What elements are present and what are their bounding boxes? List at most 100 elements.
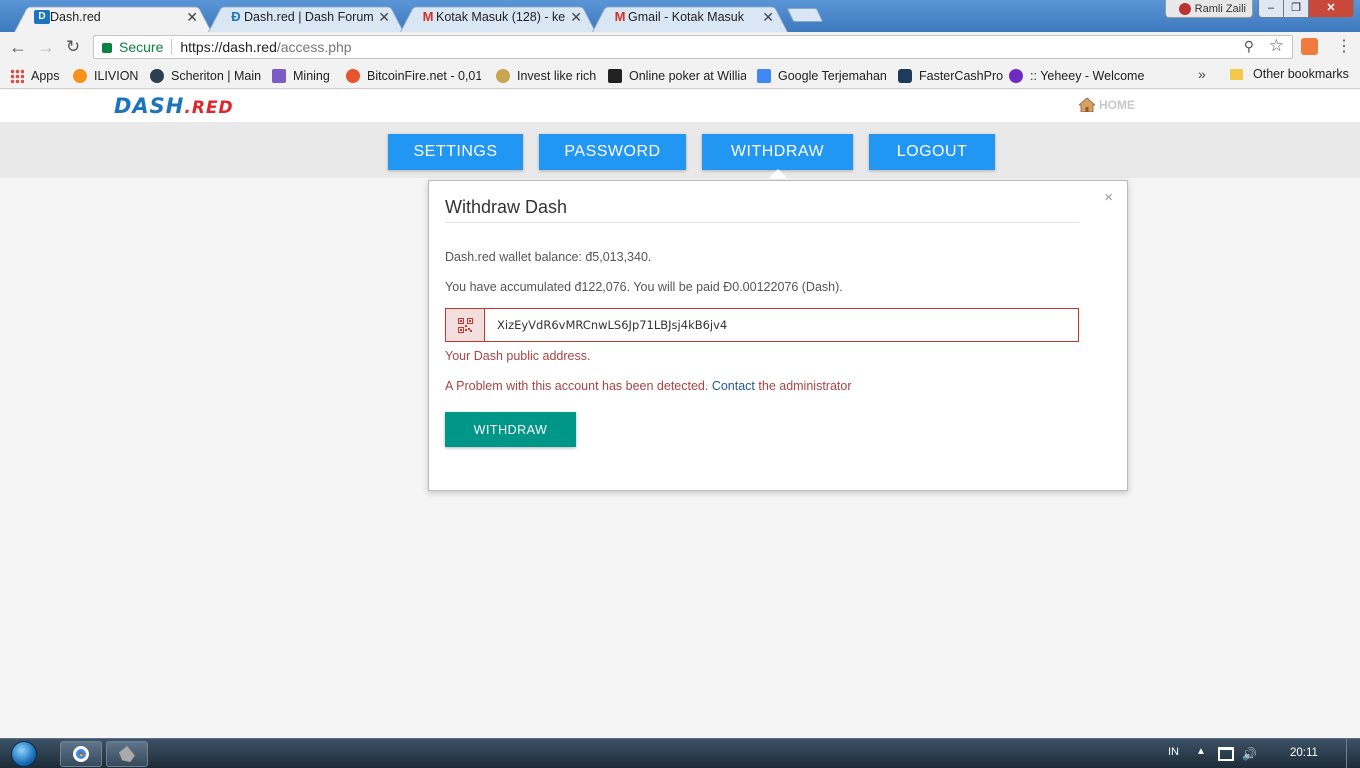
nav-withdraw-button[interactable]: WITHDRAW bbox=[702, 134, 853, 170]
tab-title: Kotak Masuk (128) - kep bbox=[436, 10, 566, 24]
extension-icon[interactable] bbox=[1301, 38, 1318, 55]
mining-icon bbox=[272, 68, 286, 83]
site-logo[interactable]: DASH.RED bbox=[114, 94, 234, 118]
browser-toolbar: ← → ↻ Secure https://dash.red/access.php… bbox=[0, 32, 1360, 62]
dash-icon: D bbox=[34, 10, 50, 24]
browser-tab-strip: D Dash.red ✕ Ɖ Dash.red | Dash Forum ✕ M… bbox=[0, 0, 1360, 32]
problem-text-suffix: the administrator bbox=[754, 379, 852, 393]
dash-address-input[interactable] bbox=[485, 309, 1078, 341]
star-icon[interactable]: ☆ bbox=[1269, 36, 1284, 56]
nav-password-button[interactable]: PASSWORD bbox=[539, 134, 686, 170]
other-bookmarks-label: Other bookmarks bbox=[1253, 67, 1349, 81]
profile-button[interactable]: Ramli Zaili bbox=[1165, 0, 1253, 18]
key-icon[interactable]: ⚲ bbox=[1244, 38, 1254, 55]
windows-logo-icon bbox=[11, 741, 37, 767]
url-divider bbox=[171, 39, 173, 55]
tab-title: Dash.red bbox=[50, 10, 101, 24]
nav-settings-button[interactable]: SETTINGS bbox=[388, 134, 523, 170]
volume-icon[interactable]: 🔊 bbox=[1242, 747, 1258, 761]
close-icon[interactable]: ✕ bbox=[378, 9, 390, 26]
site-header: DASH.RED HOME bbox=[0, 90, 1360, 122]
contact-link[interactable]: Contact bbox=[712, 379, 755, 393]
logo-suffix-text: .RED bbox=[184, 98, 234, 118]
back-arrow-icon[interactable]: ← bbox=[8, 37, 28, 57]
home-label: HOME bbox=[1099, 98, 1135, 112]
tab-title: Dash.red | Dash Forum bbox=[244, 10, 374, 24]
folder-icon bbox=[1230, 68, 1243, 80]
start-button[interactable] bbox=[4, 739, 44, 768]
tray-expand-icon[interactable]: ▲ bbox=[1196, 746, 1206, 757]
gmail-icon: M bbox=[614, 9, 626, 24]
dialog-title: Withdraw Dash bbox=[445, 197, 568, 217]
bookmark-ilivion[interactable]: ILIVION bbox=[73, 67, 138, 84]
minimize-button[interactable]: – bbox=[1258, 0, 1284, 18]
bookmarks-bar: Apps ILIVION Scheriton | Main Mining Bit… bbox=[0, 62, 1360, 89]
bitcoin-icon bbox=[73, 68, 87, 83]
bookmark-apps[interactable]: Apps bbox=[10, 67, 60, 84]
apps-grid-icon bbox=[10, 68, 24, 83]
doge-icon bbox=[496, 68, 510, 83]
bookmark-invest[interactable]: Invest like rich bbox=[496, 67, 596, 84]
bookmark-label: Mining bbox=[293, 68, 330, 83]
url-path: /access.php bbox=[276, 39, 352, 55]
bookmark-poker[interactable]: Online poker at Willia bbox=[608, 67, 746, 84]
yahoo-icon bbox=[1009, 68, 1023, 83]
bookmark-label: Online poker at Willia bbox=[629, 68, 746, 83]
bookmark-fastercash[interactable]: FasterCashPro bbox=[898, 67, 1003, 84]
lock-icon bbox=[102, 43, 112, 53]
new-tab-button[interactable] bbox=[786, 8, 824, 22]
close-icon[interactable]: ✕ bbox=[570, 9, 582, 26]
maximize-button[interactable]: ❐ bbox=[1283, 0, 1309, 18]
account-problem-message: A Problem with this account has been det… bbox=[445, 379, 852, 393]
poker-w-icon bbox=[608, 68, 622, 83]
bookmark-yeheey[interactable]: :: Yeheey - Welcome bbox=[1009, 67, 1144, 84]
app-icon bbox=[119, 746, 135, 762]
bookmark-label: Apps bbox=[31, 68, 60, 83]
bookmark-label: BitcoinFire.net - 0,01 bbox=[367, 68, 481, 83]
other-bookmarks-button[interactable]: Other bookmarks bbox=[1230, 67, 1349, 81]
chrome-icon bbox=[73, 746, 89, 762]
clock[interactable]: 20:11 bbox=[1290, 747, 1318, 759]
popover-arrow bbox=[768, 169, 788, 179]
bookmark-bitcoinfire[interactable]: BitcoinFire.net - 0,01 bbox=[346, 67, 481, 84]
qr-code-icon bbox=[446, 309, 485, 341]
address-input-group bbox=[445, 308, 1079, 342]
bookmarks-overflow-button[interactable]: » bbox=[1198, 66, 1206, 82]
home-link[interactable]: HOME bbox=[1079, 98, 1135, 112]
site-nav: SETTINGS PASSWORD WITHDRAW LOGOUT bbox=[0, 122, 1360, 179]
bookmark-label: :: Yeheey - Welcome bbox=[1030, 68, 1145, 83]
bookmark-mining[interactable]: Mining bbox=[272, 67, 330, 84]
close-icon[interactable]: ✕ bbox=[762, 9, 774, 26]
menu-icon[interactable]: ⋮ bbox=[1336, 38, 1352, 56]
tab-kotak-masuk[interactable]: M Kotak Masuk (128) - kep ✕ bbox=[400, 2, 596, 32]
fastercash-icon bbox=[898, 68, 912, 83]
language-indicator[interactable]: IN bbox=[1168, 746, 1179, 758]
tab-gmail[interactable]: M Gmail - Kotak Masuk ✕ bbox=[592, 2, 788, 32]
bookmark-translate[interactable]: Google Terjemahan bbox=[757, 67, 887, 84]
problem-text: A Problem with this account has been det… bbox=[445, 379, 712, 393]
tab-dash-red[interactable]: D Dash.red ✕ bbox=[14, 2, 212, 32]
address-bar[interactable]: Secure https://dash.red/access.php ⚲ ☆ bbox=[93, 35, 1293, 59]
gmail-icon: M bbox=[422, 9, 434, 24]
address-hint: Your Dash public address. bbox=[445, 349, 591, 363]
withdraw-dialog: × Withdraw Dash Dash.red wallet balance:… bbox=[428, 180, 1128, 491]
nav-logout-button[interactable]: LOGOUT bbox=[869, 134, 995, 170]
secure-label: Secure bbox=[119, 39, 164, 55]
url-host: https://dash.red bbox=[180, 39, 277, 55]
tab-dash-forum[interactable]: Ɖ Dash.red | Dash Forum ✕ bbox=[208, 2, 404, 32]
bookmark-label: FasterCashPro bbox=[919, 68, 1004, 83]
bookmark-scheriton[interactable]: Scheriton | Main bbox=[150, 67, 261, 84]
close-icon[interactable]: ✕ bbox=[186, 9, 198, 26]
network-icon[interactable] bbox=[1218, 747, 1234, 761]
window-close-button[interactable]: ✕ bbox=[1308, 0, 1354, 18]
taskbar-chrome-button[interactable] bbox=[60, 741, 102, 767]
show-desktop-button[interactable] bbox=[1346, 739, 1360, 768]
translate-icon bbox=[757, 68, 771, 83]
forward-arrow-icon[interactable]: → bbox=[36, 37, 56, 57]
taskbar-app-button[interactable] bbox=[106, 741, 148, 767]
bookmark-label: Google Terjemahan bbox=[778, 68, 887, 83]
withdraw-button[interactable]: WITHDRAW bbox=[445, 412, 576, 447]
close-icon[interactable]: × bbox=[1104, 189, 1113, 206]
tab-title: Gmail - Kotak Masuk bbox=[628, 10, 745, 24]
reload-icon[interactable]: ↻ bbox=[63, 37, 83, 57]
